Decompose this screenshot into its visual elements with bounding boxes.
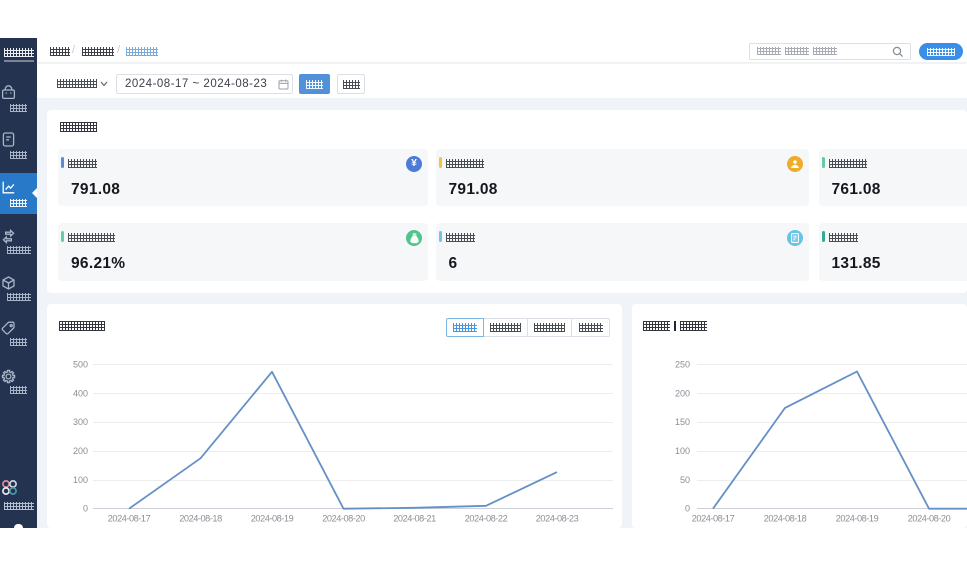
svg-text:200: 200	[675, 388, 690, 398]
svg-text:2024-08-21: 2024-08-21	[393, 514, 436, 524]
svg-text:2024-08-17: 2024-08-17	[692, 514, 735, 524]
svg-text:2024-08-18: 2024-08-18	[179, 514, 222, 524]
svg-text:400: 400	[73, 388, 88, 398]
svg-text:50: 50	[680, 475, 690, 485]
svg-text:200: 200	[73, 446, 88, 456]
svg-text:2024-08-22: 2024-08-22	[465, 514, 508, 524]
svg-text:100: 100	[73, 475, 88, 485]
svg-text:0: 0	[685, 504, 690, 514]
svg-text:2024-08-19: 2024-08-19	[251, 514, 294, 524]
svg-text:2024-08-18: 2024-08-18	[764, 514, 807, 524]
svg-text:100: 100	[675, 446, 690, 456]
svg-text:150: 150	[675, 417, 690, 427]
svg-text:250: 250	[675, 360, 690, 370]
svg-text:500: 500	[73, 360, 88, 370]
svg-text:0: 0	[83, 504, 88, 514]
svg-text:2024-08-20: 2024-08-20	[908, 514, 951, 524]
svg-text:2024-08-23: 2024-08-23	[536, 514, 579, 524]
svg-text:2024-08-19: 2024-08-19	[836, 514, 879, 524]
svg-text:2024-08-20: 2024-08-20	[322, 514, 365, 524]
svg-text:2024-08-17: 2024-08-17	[108, 514, 151, 524]
svg-text:300: 300	[73, 417, 88, 427]
